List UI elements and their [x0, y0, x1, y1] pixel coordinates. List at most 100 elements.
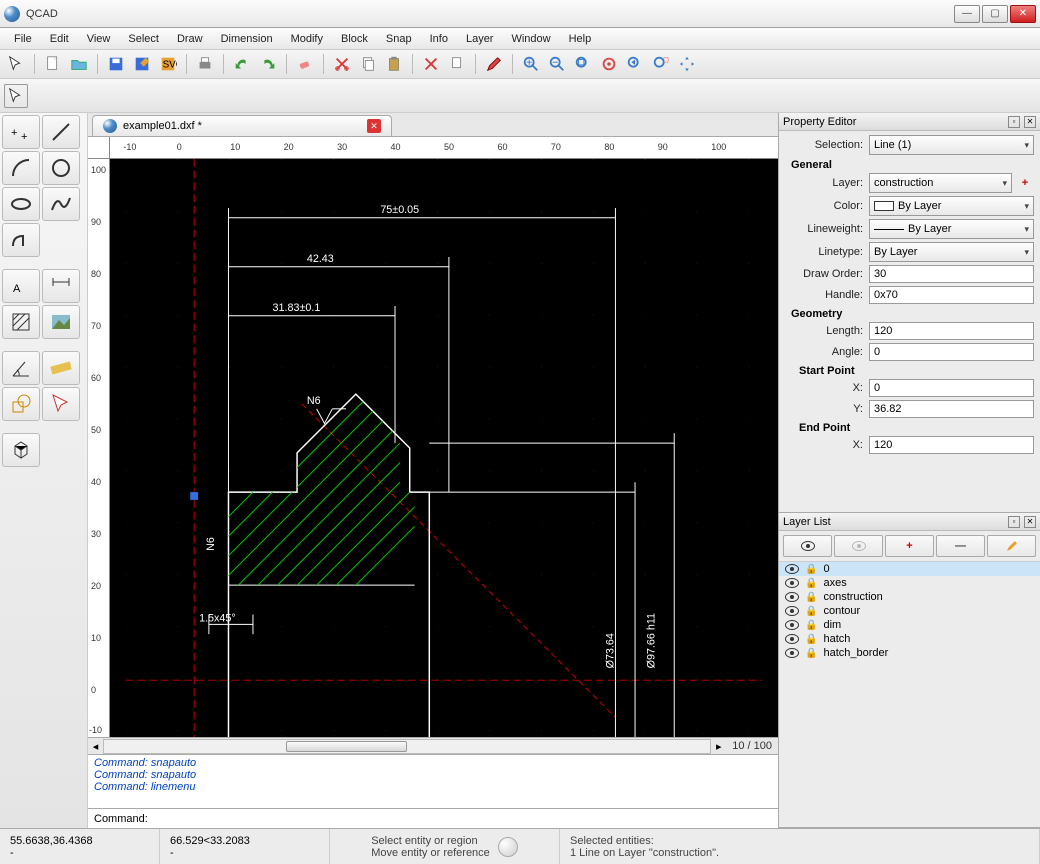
layer-row-0[interactable]: 🔒0 — [779, 562, 1040, 576]
text-tool[interactable]: A — [2, 269, 40, 303]
zoom-in-icon[interactable] — [519, 52, 543, 76]
print-icon[interactable] — [193, 52, 217, 76]
pointer-tool-2[interactable] — [4, 84, 28, 108]
svg-export-icon[interactable]: SVG — [156, 52, 180, 76]
point-tool[interactable]: ++ — [2, 115, 40, 149]
zoom-previous-icon[interactable] — [623, 52, 647, 76]
menu-dimension[interactable]: Dimension — [213, 31, 281, 47]
lineweight-dropdown[interactable]: By Layer — [869, 219, 1034, 239]
layer-edit-button[interactable] — [987, 535, 1036, 557]
lock-icon[interactable]: 🔒 — [805, 564, 817, 575]
layer-hide-all-button[interactable] — [834, 535, 883, 557]
copy-ref-icon[interactable] — [445, 52, 469, 76]
spline-tool[interactable] — [42, 187, 80, 221]
eye-icon[interactable] — [785, 606, 799, 616]
lock-icon[interactable]: 🔒 — [805, 578, 817, 589]
layer-row-axes[interactable]: 🔒axes — [779, 576, 1040, 590]
arc-tool[interactable] — [2, 151, 40, 185]
open-file-icon[interactable] — [67, 52, 91, 76]
menu-block[interactable]: Block — [333, 31, 376, 47]
color-dropdown[interactable]: By Layer — [869, 196, 1034, 216]
drawing-canvas[interactable]: 75±0.05 42.43 31.83±0.1 1.5x45° Ø73.64 Ø… — [110, 159, 778, 737]
linetype-dropdown[interactable]: By Layer — [869, 242, 1034, 262]
pointer-tool[interactable] — [4, 52, 28, 76]
new-file-icon[interactable] — [41, 52, 65, 76]
menu-info[interactable]: Info — [422, 31, 456, 47]
menu-snap[interactable]: Snap — [378, 31, 420, 47]
shape-tool[interactable] — [2, 387, 40, 421]
zoom-auto-icon[interactable] — [571, 52, 595, 76]
eye-icon[interactable] — [785, 578, 799, 588]
panel-undock-icon[interactable]: ▫ — [1008, 116, 1020, 128]
angle-input[interactable] — [869, 343, 1034, 361]
tab-example01[interactable]: example01.dxf * ✕ — [92, 115, 392, 136]
menu-file[interactable]: File — [6, 31, 40, 47]
menu-help[interactable]: Help — [561, 31, 600, 47]
polyline-tool[interactable] — [2, 223, 40, 257]
pan-icon[interactable] — [675, 52, 699, 76]
layer-add-button[interactable]: + — [885, 535, 934, 557]
maximize-button[interactable]: ▢ — [982, 5, 1008, 23]
layer-row-hatch-border[interactable]: 🔒hatch_border — [779, 646, 1040, 660]
selection-dropdown[interactable]: Line (1) — [869, 135, 1034, 155]
horizontal-scrollbar[interactable]: ◂ ▸ 10 / 100 — [88, 737, 778, 754]
saveas-icon[interactable] — [130, 52, 154, 76]
line-tool[interactable] — [42, 115, 80, 149]
image-tool[interactable] — [42, 305, 80, 339]
layer-row-dim[interactable]: 🔒dim — [779, 618, 1040, 632]
layerpanel-undock-icon[interactable]: ▫ — [1008, 516, 1020, 528]
undo-icon[interactable] — [230, 52, 254, 76]
measure-angle-tool[interactable] — [2, 351, 40, 385]
layer-remove-button[interactable]: — — [936, 535, 985, 557]
erase-icon[interactable] — [293, 52, 317, 76]
draworder-input[interactable] — [869, 265, 1034, 283]
ellipse-tool[interactable] — [2, 187, 40, 221]
select-tool[interactable] — [42, 387, 80, 421]
menu-edit[interactable]: Edit — [42, 31, 77, 47]
menu-modify[interactable]: Modify — [283, 31, 331, 47]
block-tool[interactable] — [2, 433, 40, 467]
lock-icon[interactable]: 🔒 — [805, 648, 817, 659]
lock-icon[interactable]: 🔒 — [805, 592, 817, 603]
eye-icon[interactable] — [785, 648, 799, 658]
layer-show-all-button[interactable] — [783, 535, 832, 557]
add-layer-icon[interactable]: + — [1016, 174, 1034, 192]
lock-icon[interactable]: 🔒 — [805, 634, 817, 645]
layerpanel-close-icon[interactable]: ✕ — [1024, 516, 1036, 528]
zoom-selection-icon[interactable] — [597, 52, 621, 76]
hatch-tool[interactable] — [2, 305, 40, 339]
eye-icon[interactable] — [785, 620, 799, 630]
minimize-button[interactable]: — — [954, 5, 980, 23]
panel-close-icon[interactable]: ✕ — [1024, 116, 1036, 128]
measure-dist-tool[interactable] — [42, 351, 80, 385]
eye-icon[interactable] — [785, 634, 799, 644]
start-y-input[interactable] — [869, 400, 1034, 418]
end-x-input[interactable] — [869, 436, 1034, 454]
command-input[interactable]: Command: — [88, 808, 778, 828]
length-input[interactable] — [869, 322, 1034, 340]
layer-row-contour[interactable]: 🔒contour — [779, 604, 1040, 618]
layer-dropdown[interactable]: construction — [869, 173, 1012, 193]
lock-icon[interactable]: 🔒 — [805, 606, 817, 617]
menu-draw[interactable]: Draw — [169, 31, 211, 47]
copy-icon[interactable] — [356, 52, 380, 76]
tab-close-icon[interactable]: ✕ — [367, 119, 381, 133]
zoom-window-icon[interactable] — [649, 52, 673, 76]
menu-select[interactable]: Select — [120, 31, 167, 47]
cut-icon[interactable] — [330, 52, 354, 76]
circle-tool[interactable] — [42, 151, 80, 185]
handle-input[interactable] — [869, 286, 1034, 304]
start-x-input[interactable] — [869, 379, 1034, 397]
menu-view[interactable]: View — [79, 31, 119, 47]
layer-row-construction[interactable]: 🔒construction — [779, 590, 1040, 604]
eye-icon[interactable] — [785, 564, 799, 574]
save-icon[interactable] — [104, 52, 128, 76]
eye-icon[interactable] — [785, 592, 799, 602]
paste-icon[interactable] — [382, 52, 406, 76]
dimension-tool[interactable] — [42, 269, 80, 303]
cut-ref-icon[interactable] — [419, 52, 443, 76]
close-button[interactable]: ✕ — [1010, 5, 1036, 23]
zoom-out-icon[interactable] — [545, 52, 569, 76]
pencil-icon[interactable] — [482, 52, 506, 76]
lock-icon[interactable]: 🔒 — [805, 620, 817, 631]
